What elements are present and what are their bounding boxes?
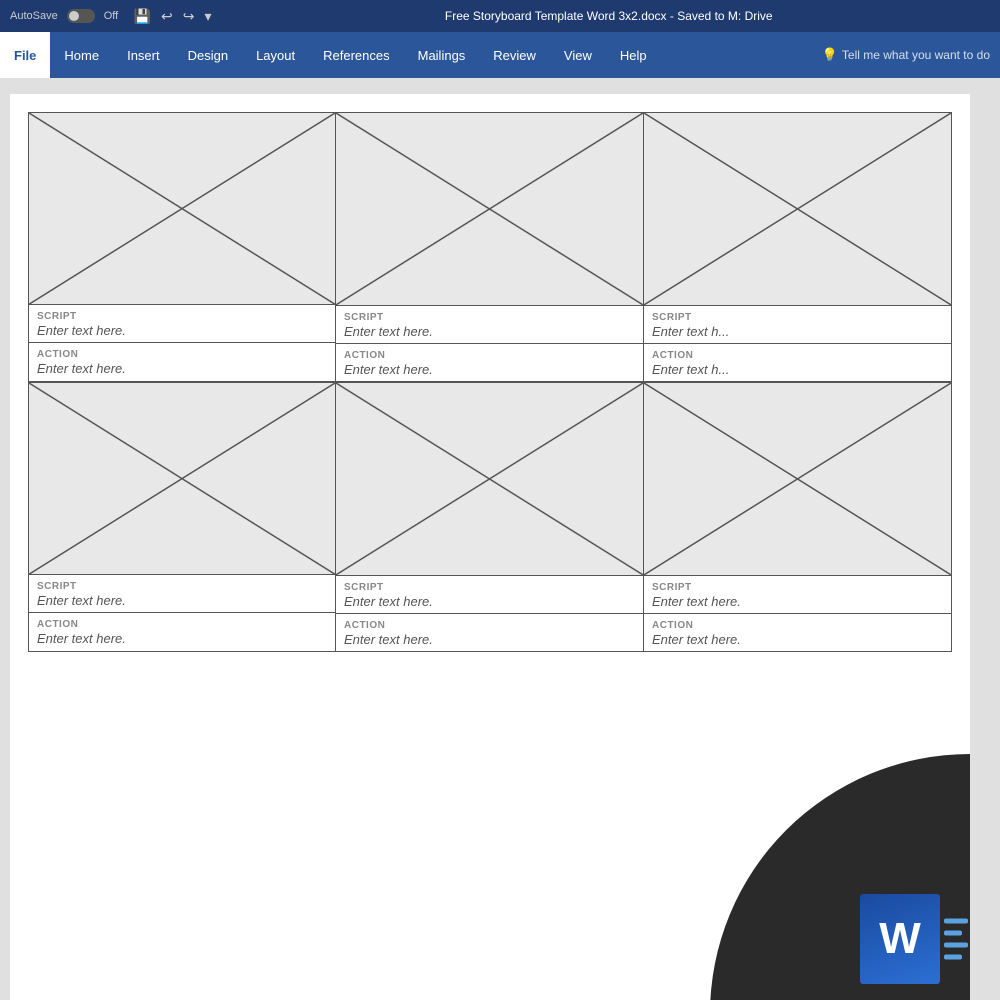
script-section-2-2: SCRIPT Enter text here.	[336, 575, 643, 613]
script-text-1-3[interactable]: Enter text h...	[652, 324, 943, 339]
word-line-1	[944, 919, 968, 924]
document-page: SCRIPT Enter text here. ACTION Enter tex…	[10, 94, 970, 1000]
tab-help[interactable]: Help	[606, 32, 661, 78]
ribbon: File Home Insert Design Layout Reference…	[0, 32, 1000, 78]
tab-review[interactable]: Review	[479, 32, 550, 78]
save-icon[interactable]: 💾	[134, 8, 151, 25]
action-text-1-3[interactable]: Enter text h...	[652, 362, 943, 377]
action-label-2-1: ACTION	[37, 619, 327, 630]
title-bar-controls: AutoSave Off 💾 ↩ ↪ ▾	[10, 8, 215, 25]
action-text-2-2[interactable]: Enter text here.	[344, 632, 635, 647]
script-label-1-3: SCRIPT	[652, 312, 943, 323]
redo-icon[interactable]: ↪	[183, 8, 195, 25]
script-label-2-2: SCRIPT	[344, 582, 635, 593]
frame-image-1-2	[336, 113, 643, 305]
script-text-2-2[interactable]: Enter text here.	[344, 594, 635, 609]
lightbulb-icon: 💡	[822, 47, 838, 63]
word-logo-overlay: W	[710, 754, 970, 1000]
action-text-2-3[interactable]: Enter text here.	[652, 632, 943, 647]
script-label-1-2: SCRIPT	[344, 312, 635, 323]
action-section-1-1: ACTION Enter text here.	[29, 342, 335, 380]
storyboard-cell-1-3: SCRIPT Enter text h... ACTION Enter text…	[644, 112, 952, 382]
script-text-1-2[interactable]: Enter text here.	[344, 324, 635, 339]
action-section-2-3: ACTION Enter text here.	[644, 613, 951, 651]
tab-insert[interactable]: Insert	[113, 32, 174, 78]
script-text-2-3[interactable]: Enter text here.	[652, 594, 943, 609]
frame-image-2-3	[644, 383, 951, 575]
script-label-2-1: SCRIPT	[37, 581, 327, 592]
frame-image-1-3	[644, 113, 951, 305]
action-section-2-2: ACTION Enter text here.	[336, 613, 643, 651]
title-bar: AutoSave Off 💾 ↩ ↪ ▾ Free Storyboard Tem…	[0, 0, 1000, 32]
word-line-3	[944, 943, 968, 948]
action-text-1-2[interactable]: Enter text here.	[344, 362, 635, 377]
action-text-1-1[interactable]: Enter text here.	[37, 361, 327, 376]
script-text-2-1[interactable]: Enter text here.	[37, 593, 327, 608]
word-logo: W	[860, 894, 940, 984]
action-label-1-3: ACTION	[652, 350, 943, 361]
autosave-label: AutoSave	[10, 10, 58, 22]
script-section-1-2: SCRIPT Enter text here.	[336, 305, 643, 343]
storyboard-row-1: SCRIPT Enter text here. ACTION Enter tex…	[28, 112, 952, 382]
word-line-4	[944, 955, 962, 960]
action-label-2-3: ACTION	[652, 620, 943, 631]
storyboard-cell-2-2: SCRIPT Enter text here. ACTION Enter tex…	[336, 382, 644, 652]
ribbon-search[interactable]: 💡 Tell me what you want to do	[822, 32, 990, 78]
tab-view[interactable]: View	[550, 32, 606, 78]
undo-icon[interactable]: ↩	[161, 8, 173, 25]
tab-mailings[interactable]: Mailings	[404, 32, 480, 78]
script-section-2-3: SCRIPT Enter text here.	[644, 575, 951, 613]
search-hint: Tell me what you want to do	[842, 48, 990, 62]
frame-image-2-1	[29, 383, 335, 574]
tab-file[interactable]: File	[0, 32, 50, 78]
action-section-1-3: ACTION Enter text h...	[644, 343, 951, 381]
autosave-toggle[interactable]	[67, 9, 95, 23]
action-label-2-2: ACTION	[344, 620, 635, 631]
script-label-1-1: SCRIPT	[37, 311, 327, 322]
script-section-2-1: SCRIPT Enter text here.	[29, 574, 335, 612]
frame-image-1-1	[29, 113, 335, 304]
action-text-2-1[interactable]: Enter text here.	[37, 631, 327, 646]
script-section-1-3: SCRIPT Enter text h...	[644, 305, 951, 343]
action-label-1-2: ACTION	[344, 350, 635, 361]
action-section-2-1: ACTION Enter text here.	[29, 612, 335, 650]
tab-layout[interactable]: Layout	[242, 32, 309, 78]
word-doc-icon: W	[860, 894, 940, 984]
tab-design[interactable]: Design	[174, 32, 242, 78]
storyboard-cell-1-1: SCRIPT Enter text here. ACTION Enter tex…	[28, 112, 336, 382]
frame-image-2-2	[336, 383, 643, 575]
word-line-2	[944, 931, 962, 936]
storyboard-cell-1-2: SCRIPT Enter text here. ACTION Enter tex…	[336, 112, 644, 382]
tab-home[interactable]: Home	[50, 32, 113, 78]
storyboard-cell-2-1: SCRIPT Enter text here. ACTION Enter tex…	[28, 382, 336, 652]
script-label-2-3: SCRIPT	[652, 582, 943, 593]
autosave-state: Off	[104, 10, 118, 22]
script-text-1-1[interactable]: Enter text here.	[37, 323, 327, 338]
word-doc-lines	[944, 919, 968, 960]
document-area: SCRIPT Enter text here. ACTION Enter tex…	[0, 78, 1000, 1000]
storyboard-row-2: SCRIPT Enter text here. ACTION Enter tex…	[28, 382, 952, 652]
storyboard-cell-2-3: SCRIPT Enter text here. ACTION Enter tex…	[644, 382, 952, 652]
action-section-1-2: ACTION Enter text here.	[336, 343, 643, 381]
word-w-letter: W	[879, 917, 921, 961]
script-section-1-1: SCRIPT Enter text here.	[29, 304, 335, 342]
action-label-1-1: ACTION	[37, 349, 327, 360]
tab-references[interactable]: References	[309, 32, 403, 78]
customize-icon[interactable]: ▾	[204, 8, 211, 25]
window-title: Free Storyboard Template Word 3x2.docx -…	[227, 9, 990, 23]
